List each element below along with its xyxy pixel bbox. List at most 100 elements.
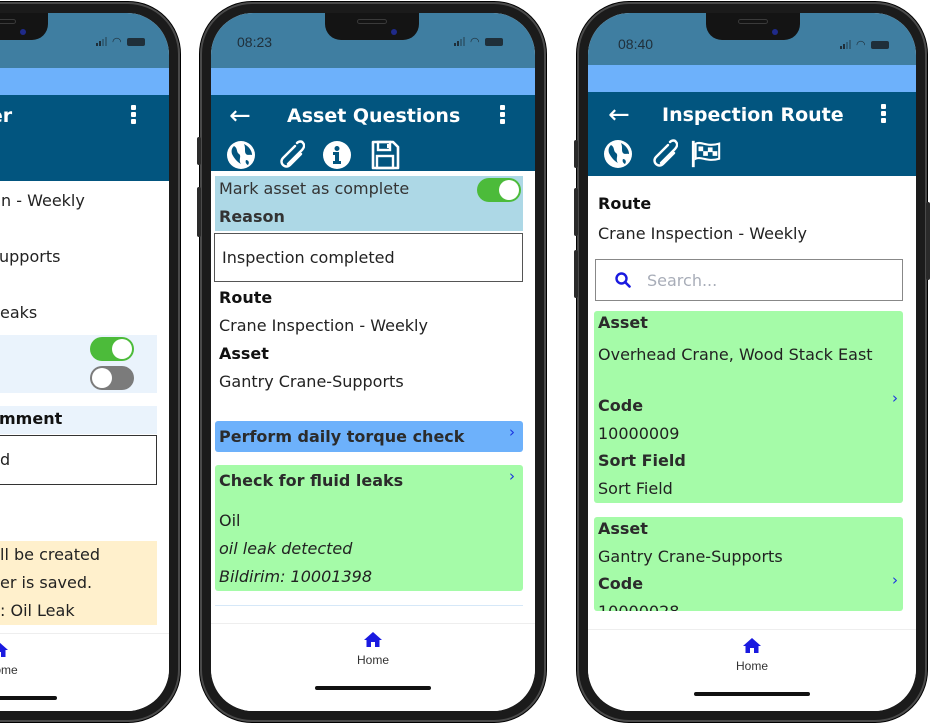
sort-field-label: Sort Field bbox=[598, 451, 686, 470]
save-icon[interactable] bbox=[369, 139, 401, 171]
route-label: Route bbox=[219, 288, 273, 307]
app-bar: swer bbox=[0, 95, 169, 181]
side-button bbox=[926, 202, 930, 280]
paperclip-icon[interactable] bbox=[273, 139, 305, 171]
signal-icon bbox=[96, 37, 107, 46]
comment-input[interactable]: d bbox=[0, 435, 157, 485]
side-button bbox=[574, 140, 578, 168]
code-value: 10000028 bbox=[598, 602, 679, 611]
toolbar bbox=[225, 139, 401, 171]
status-bar: 08:40 ◠ bbox=[588, 13, 916, 65]
notice-line-2: er is saved. bbox=[0, 573, 93, 592]
signal-icon bbox=[454, 37, 465, 46]
asset-label: Asset bbox=[598, 519, 648, 538]
asset-label: Asset bbox=[598, 313, 648, 332]
asset-list-item[interactable]: Asset Gantry Crane-Supports Code 1000002… bbox=[594, 517, 903, 611]
toolbar bbox=[602, 138, 722, 170]
search-placeholder: Search... bbox=[647, 271, 718, 290]
paperclip-icon[interactable] bbox=[646, 138, 678, 170]
more-options-icon[interactable] bbox=[131, 105, 137, 126]
battery-icon bbox=[870, 41, 889, 49]
side-button bbox=[197, 137, 201, 165]
nav-home-label: ome bbox=[0, 663, 18, 677]
complete-toggle[interactable] bbox=[477, 178, 521, 202]
screen-asset-questions: 08:23 ◠ ← Asset Questions Mark asset as … bbox=[211, 13, 535, 711]
notch bbox=[706, 13, 800, 40]
comment-label-row: mment bbox=[0, 406, 157, 434]
side-button bbox=[574, 250, 578, 298]
back-arrow-icon[interactable]: ← bbox=[229, 101, 251, 131]
chevron-right-icon: › bbox=[892, 571, 898, 589]
notice-line-3: : Oil Leak bbox=[0, 601, 75, 620]
answer-value: Oil bbox=[219, 511, 241, 530]
header-band bbox=[211, 68, 535, 95]
app-bar: ← Asset Questions bbox=[211, 95, 535, 171]
home-icon bbox=[743, 638, 761, 653]
header-band bbox=[588, 65, 916, 92]
phone-answer: ◠ swer n - Weekly upports eaks mment d bbox=[0, 2, 180, 722]
route-value: Crane Inspection - Weekly bbox=[598, 224, 807, 243]
side-button bbox=[197, 187, 201, 237]
inspection-route-content: Route Crane Inspection - Weekly Search..… bbox=[588, 176, 916, 641]
comment-label: mment bbox=[0, 409, 63, 428]
home-icon bbox=[0, 642, 8, 657]
asset-list-item[interactable]: Asset Overhead Crane, Wood Stack East Co… bbox=[594, 311, 903, 503]
notification-number: Bildirim: 10001398 bbox=[219, 567, 372, 586]
globe-icon[interactable] bbox=[225, 139, 257, 171]
answer-content: n - Weekly upports eaks mment d ll be cr… bbox=[0, 181, 169, 641]
status-bar: 08:23 ◠ bbox=[211, 13, 535, 68]
route-value: n - Weekly bbox=[1, 191, 85, 210]
sort-field-value: Sort Field bbox=[598, 479, 673, 498]
home-indicator bbox=[0, 696, 57, 700]
notification-notice: ll be created er is saved. : Oil Leak bbox=[0, 541, 157, 625]
nav-home-label: Home bbox=[356, 653, 390, 667]
notice-line-1: ll be created bbox=[0, 545, 101, 564]
question-title: Check for fluid leaks bbox=[219, 471, 404, 490]
code-label: Code bbox=[598, 574, 644, 593]
reason-input[interactable]: Inspection completed bbox=[214, 233, 523, 282]
screen-answer: ◠ swer n - Weekly upports eaks mment d bbox=[0, 13, 169, 711]
complete-toggle-label: Mark asset as complete bbox=[219, 179, 410, 198]
reason-label: Reason bbox=[219, 207, 285, 226]
route-label: Route bbox=[598, 194, 652, 213]
page-title: Inspection Route bbox=[662, 104, 844, 126]
back-arrow-icon[interactable]: ← bbox=[608, 100, 630, 130]
more-options-icon[interactable] bbox=[500, 105, 506, 126]
bottom-nav: Home bbox=[588, 629, 916, 711]
bottom-nav: Home bbox=[211, 623, 535, 711]
status-bar: ◠ bbox=[0, 13, 169, 68]
globe-icon[interactable] bbox=[602, 138, 634, 170]
wifi-icon: ◠ bbox=[470, 35, 480, 48]
reason-value: Inspection completed bbox=[222, 248, 395, 267]
question-item[interactable]: Check for fluid leaks › Oil oil leak det… bbox=[215, 465, 523, 591]
code-value: 10000009 bbox=[598, 424, 680, 443]
wifi-icon: ◠ bbox=[856, 38, 866, 51]
side-button bbox=[574, 188, 578, 236]
comment-value: d bbox=[0, 450, 11, 469]
asset-value: upports bbox=[0, 247, 61, 266]
question-item[interactable]: Perform daily torque check › bbox=[215, 421, 523, 452]
status-icons: ◠ bbox=[454, 35, 503, 48]
question-value: eaks bbox=[0, 303, 38, 322]
search-input[interactable]: Search... bbox=[595, 259, 903, 301]
answer-toggle-no[interactable] bbox=[90, 366, 134, 390]
asset-value: Gantry Crane-Supports bbox=[219, 372, 404, 391]
answer-toggle-yes[interactable] bbox=[90, 337, 134, 361]
status-time: 08:40 bbox=[618, 36, 654, 52]
home-indicator bbox=[694, 692, 810, 696]
chevron-right-icon: › bbox=[509, 423, 515, 441]
phone-inspection-route: 08:40 ◠ ← Inspection Route Route Crane I… bbox=[574, 2, 930, 722]
chevron-right-icon: › bbox=[509, 467, 515, 485]
notch bbox=[0, 13, 48, 40]
app-bar: ← Inspection Route bbox=[588, 92, 916, 176]
info-icon[interactable] bbox=[321, 139, 353, 171]
asset-value: Gantry Crane-Supports bbox=[598, 547, 783, 566]
status-icons: ◠ bbox=[96, 36, 145, 47]
more-options-icon[interactable] bbox=[881, 104, 887, 125]
page-title: Asset Questions bbox=[287, 105, 461, 127]
flag-checkered-icon[interactable] bbox=[690, 138, 722, 170]
asset-label: Asset bbox=[219, 344, 269, 363]
answer-comment: oil leak detected bbox=[219, 539, 353, 558]
battery-icon bbox=[126, 38, 145, 46]
question-title: Perform daily torque check bbox=[219, 427, 465, 446]
